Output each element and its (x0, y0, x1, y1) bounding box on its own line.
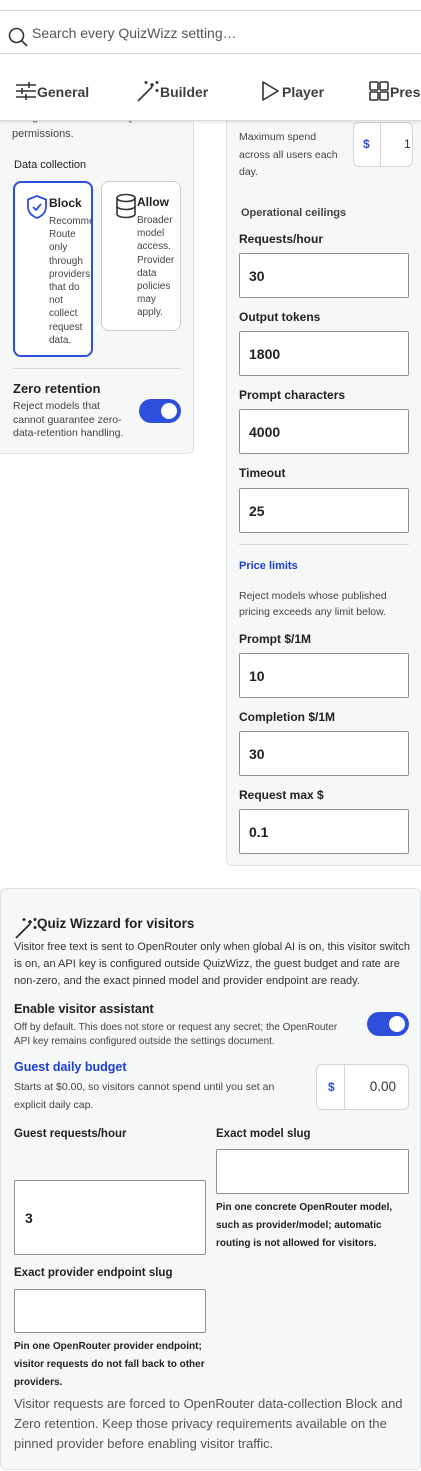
divider (13, 368, 181, 369)
request-max-value: 0.1 (249, 823, 269, 840)
tab-general-label: General (37, 84, 90, 100)
model-slug-label: Exact model slug (216, 1128, 311, 1140)
requests-hour-value: 30 (249, 267, 265, 284)
prompt-price-value: 10 (249, 667, 265, 684)
currency-label: $ (363, 137, 370, 151)
guest-rph-value: 3 (25, 1209, 33, 1226)
data-collection-block-option[interactable]: Block Recommende Route only through prov… (13, 181, 93, 357)
output-tokens-input[interactable]: 1800 (239, 331, 409, 376)
price-limits-desc: Reject models whose published pricing ex… (239, 590, 387, 618)
guest-budget-label: Guest daily budget (14, 1060, 127, 1074)
search-bar[interactable] (0, 10, 421, 54)
search-input[interactable] (30, 19, 414, 47)
timeout-label: Timeout (239, 466, 286, 480)
prompt-price-input[interactable]: 10 (239, 653, 409, 698)
visitor-title: Quiz Wizzard for visitors (37, 916, 195, 931)
zero-retention-toggle[interactable] (139, 399, 181, 423)
spending-panel: Maximum spend across all users each day.… (226, 90, 421, 866)
enable-visitor-desc: Off by default. This does not store or r… (14, 1022, 338, 1047)
visitor-footer-note: Visitor requests are forced to OpenRoute… (14, 1396, 403, 1451)
daily-budget-input[interactable]: $ 1 (353, 122, 413, 167)
settings-tabs: General Builder Player Prese (0, 64, 421, 121)
block-title: Block (49, 196, 82, 210)
completion-price-label: Completion $/1M (239, 710, 336, 724)
prompt-characters-input[interactable]: 4000 (239, 409, 409, 454)
timeout-value: 25 (249, 502, 265, 519)
daily-spend-desc: Maximum spend across all users each day. (239, 131, 338, 178)
completion-price-value: 30 (249, 745, 265, 762)
enable-visitor-toggle[interactable] (367, 1012, 409, 1036)
database-icon (115, 193, 137, 224)
guest-budget-value: 0.00 (369, 1079, 396, 1094)
requests-hour-label: Requests/hour (239, 232, 324, 246)
shield-check-icon (25, 194, 49, 225)
data-collection-allow-option[interactable]: Allow Broader model access. Provider dat… (101, 181, 181, 331)
visitor-assistant-panel: Quiz Wizzard for visitors Visitor free t… (0, 888, 421, 1470)
block-desc: Recommende Route only through providers … (49, 216, 91, 346)
requests-hour-input[interactable]: 30 (239, 253, 409, 298)
zero-retention-label: Zero retention (13, 381, 101, 396)
tab-builder-label: Builder (160, 84, 209, 100)
grid-icon (368, 80, 390, 105)
completion-price-input[interactable]: 30 (239, 731, 409, 776)
prompt-price-label: Prompt $/1M (239, 632, 312, 646)
model-slug-help: Pin one concrete OpenRouter model, such … (216, 1202, 393, 1249)
operational-heading: Operational ceilings (241, 207, 347, 219)
output-tokens-label: Output tokens (239, 310, 321, 324)
output-tokens-value: 1800 (249, 345, 281, 362)
zero-retention-desc: Reject models that cannot guarantee zero… (13, 400, 124, 439)
model-slug-input[interactable] (216, 1149, 409, 1194)
prompt-characters-value: 4000 (249, 423, 281, 440)
play-icon (258, 79, 282, 106)
request-max-input[interactable]: 0.1 (239, 809, 409, 854)
daily-budget-value: 1 (404, 137, 411, 151)
enable-visitor-label: Enable visitor assistant (14, 1002, 154, 1016)
currency-label: $ (328, 1080, 335, 1094)
sliders-icon (15, 80, 37, 105)
search-icon (8, 27, 28, 52)
visitor-intro: Visitor free text is sent to OpenRouter … (14, 941, 410, 987)
guest-budget-input[interactable]: $ 0.00 (316, 1064, 409, 1110)
guest-rph-input[interactable]: 3 (14, 1180, 206, 1255)
allow-title: Allow (137, 195, 169, 209)
tab-general[interactable]: General (15, 64, 89, 120)
provider-slug-label: Exact provider endpoint slug (14, 1267, 173, 1279)
timeout-input[interactable]: 25 (239, 488, 409, 533)
provider-slug-help: Pin one OpenRouter provider endpoint; vi… (14, 1341, 205, 1388)
permissions-text: permissions. (12, 128, 74, 140)
tab-presentation-label: Prese (390, 84, 421, 100)
currency-divider (380, 123, 381, 166)
allow-desc: Broader model access. Provider data poli… (137, 215, 175, 319)
privacy-panel: to signed-in users with QuizWizzpermissi… (0, 90, 194, 454)
currency-divider (344, 1065, 345, 1109)
provider-slug-input[interactable] (14, 1289, 206, 1333)
prompt-characters-label: Prompt characters (239, 388, 346, 402)
request-max-label: Request max $ (239, 788, 324, 802)
guest-budget-desc: Starts at $0.00, so visitors cannot spen… (14, 1081, 275, 1111)
tab-player-label: Player (282, 84, 325, 100)
divider (239, 544, 409, 545)
price-limits-heading: Price limits (239, 560, 298, 572)
guest-rph-label: Guest requests/hour (14, 1128, 127, 1140)
data-collection-label: Data collection (14, 159, 87, 171)
tab-builder[interactable]: Builder (136, 64, 208, 120)
tab-presentation[interactable]: Prese (368, 64, 421, 120)
magic-wand-icon (136, 79, 160, 106)
tab-player[interactable]: Player (258, 64, 324, 120)
